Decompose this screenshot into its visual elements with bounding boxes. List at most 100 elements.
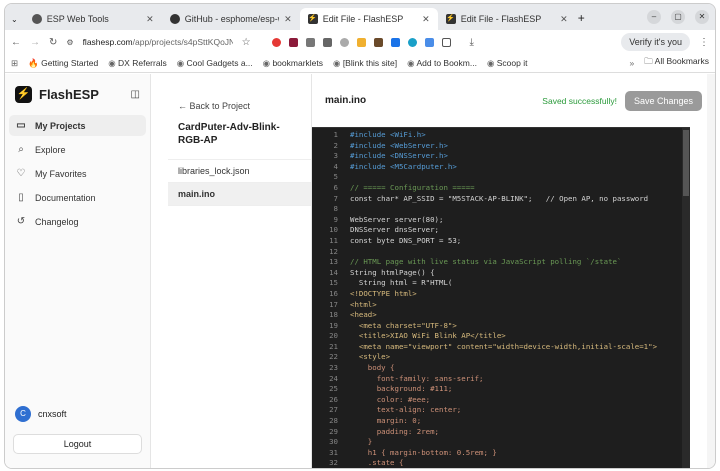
code-line: 29 padding: 2rem;	[312, 427, 690, 438]
bookmark[interactable]: ◉ Scoop it	[487, 58, 528, 69]
file-item[interactable]: libraries_lock.json	[168, 160, 311, 183]
url-input[interactable]: flashesp.com/app/projects/s4pSttKQoJNQQc…	[83, 37, 233, 47]
code-text: #include <M5Cardputer.h>	[350, 161, 457, 171]
line-number: 26	[329, 394, 338, 404]
extension-icon[interactable]	[407, 37, 417, 47]
file-item-selected[interactable]: main.ino	[168, 183, 311, 206]
code-line: 22 <style>	[312, 352, 690, 363]
code-text: DNSServer dnsServer;	[350, 225, 439, 235]
sidebar-item-my-favorites[interactable]: ♡ My Favorites	[9, 163, 146, 184]
page-scrollbar[interactable]	[707, 74, 715, 468]
extension-icon[interactable]	[305, 37, 315, 47]
more-bookmarks-icon[interactable]: »	[630, 58, 635, 68]
back-to-project-link[interactable]: ← Back to Project	[168, 74, 311, 111]
extension-icon[interactable]	[339, 37, 349, 47]
editor-panel: main.ino Saved successfully! Save Change…	[312, 74, 715, 468]
all-bookmarks[interactable]: 🗀 All Bookmarks	[644, 56, 709, 70]
code-line: 1 #include <WiFi.h>	[312, 130, 690, 141]
app: ⚡ FlashESP ◫ ▭ My Projects ⌕ Explore ♡ My Fav…	[5, 74, 715, 468]
minimize-button[interactable]: –	[647, 10, 661, 24]
code-text: background: #111;	[350, 384, 453, 394]
code-line: 23 body {	[312, 363, 690, 374]
sidebar-item-changelog[interactable]: ↺ Changelog	[9, 211, 146, 232]
bookmark-label: Getting Started	[41, 57, 99, 68]
browser-tab[interactable]: ESP Web Tools ✕	[24, 8, 162, 30]
line-number: 28	[329, 416, 338, 426]
code-text: const byte DNS_PORT = 53;	[350, 235, 462, 245]
sidebar-item-label: Explore	[35, 144, 66, 155]
browser-tab[interactable]: GitHub - esphome/esp-w ✕	[162, 8, 300, 30]
all-bookmarks-label: All Bookmarks	[654, 56, 709, 66]
download-icon[interactable]: ⤓	[470, 37, 474, 48]
line-number: 10	[329, 225, 338, 235]
book-icon: ▯	[18, 192, 24, 203]
tab-search-icon[interactable]: ⌄	[11, 15, 18, 24]
save-changes-button[interactable]: Save Changes	[624, 90, 702, 111]
sidebar-nav: ▭ My Projects ⌕ Explore ♡ My Favorites ▯ Doc…	[5, 115, 150, 232]
collapse-sidebar-icon[interactable]: ◫	[131, 89, 140, 100]
close-icon[interactable]: ✕	[422, 14, 430, 25]
username: cnxsoft	[38, 409, 67, 419]
profile-button[interactable]: Verify it's you	[621, 33, 690, 51]
logout-button[interactable]: Logout	[13, 434, 142, 454]
save-status: Saved successfully!	[542, 95, 617, 106]
bookmark[interactable]: ◉ bookmarklets	[263, 58, 323, 69]
bookmark[interactable]: 🔥 Getting Started	[28, 58, 98, 69]
forward-icon[interactable]: →	[30, 37, 40, 48]
bookmark[interactable]: ◉ Add to Bookm...	[407, 58, 477, 69]
code-line: 27 text-align: center;	[312, 405, 690, 416]
sidebar-item-documentation[interactable]: ▯ Documentation	[9, 187, 146, 208]
extension-icon[interactable]	[356, 37, 366, 47]
close-icon[interactable]: ✕	[284, 14, 292, 25]
code-line: 11 const byte DNS_PORT = 53;	[312, 236, 690, 247]
extension-icon[interactable]	[288, 37, 298, 47]
maximize-button[interactable]: ▢	[671, 10, 685, 24]
site-info-icon[interactable]: ⚙	[66, 38, 73, 47]
scrollbar-thumb[interactable]	[683, 130, 689, 196]
bookmark[interactable]: ◉ DX Referrals	[108, 58, 166, 69]
sidebar-item-explore[interactable]: ⌕ Explore	[9, 139, 146, 160]
extension-icon[interactable]	[373, 37, 383, 47]
line-number: 1	[333, 130, 338, 139]
code-line: 18 <head>	[312, 310, 690, 321]
apps-icon[interactable]: ⊞	[11, 58, 18, 69]
code-text: font-family: sans-serif;	[350, 373, 484, 383]
editor-scrollbar[interactable]	[682, 128, 690, 468]
extension-icon[interactable]	[424, 37, 434, 47]
line-number: 5	[333, 172, 338, 182]
close-icon[interactable]: ✕	[560, 14, 568, 25]
browser-tab-active[interactable]: ⚡ Edit File - FlashESP ✕	[299, 8, 438, 30]
code-line: 3 #include <DNSServer.h>	[312, 151, 690, 162]
line-number: 4	[333, 161, 338, 171]
sidebar-item-my-projects[interactable]: ▭ My Projects	[9, 115, 146, 136]
code-text: <meta name="viewport" content="width=dev…	[350, 341, 658, 351]
code-text: // HTML page with live status via JavaSc…	[350, 257, 622, 267]
user-profile[interactable]: Ccnxsoft	[15, 406, 67, 422]
star-icon[interactable]: ☆	[242, 37, 251, 48]
bookmark[interactable]: ◉ [Blink this site]	[333, 58, 397, 69]
extension-icon[interactable]	[322, 37, 332, 47]
code-line: 8	[312, 204, 690, 215]
line-number: 8	[333, 204, 338, 214]
code-editor[interactable]: 1 #include <WiFi.h> 2 #include <WebServer.h…	[312, 127, 690, 468]
close-icon[interactable]: ✕	[146, 14, 154, 25]
editor-header: main.ino Saved successfully! Save Change…	[312, 74, 715, 127]
close-window-button[interactable]: ✕	[695, 10, 709, 24]
puzzle-icon[interactable]	[441, 37, 451, 47]
bookmark[interactable]: ◉ Cool Gadgets a...	[177, 58, 253, 69]
flashesp-icon: ⚡	[445, 14, 456, 24]
menu-icon[interactable]: ⋮	[699, 37, 709, 48]
back-icon[interactable]: ←	[11, 37, 21, 48]
code-text: #include <WiFi.h>	[350, 130, 426, 139]
extension-icon[interactable]	[271, 37, 281, 47]
code-line: 19 <meta charset="UTF-8">	[312, 321, 690, 332]
code-line: 5	[312, 172, 690, 183]
reload-icon[interactable]: ↻	[49, 37, 57, 48]
project-title: CardPuter-Adv-Blink-RGB-AP	[168, 111, 311, 160]
browser-tab[interactable]: ⚡ Edit File - FlashESP ✕	[438, 8, 576, 30]
code-text: <!DOCTYPE html>	[350, 288, 417, 298]
code-text: h1 { margin-bottom: 0.5rem; }	[350, 447, 497, 457]
line-number: 16	[329, 288, 338, 298]
new-tab-button[interactable]: +	[578, 11, 585, 25]
extension-icon[interactable]	[390, 37, 400, 47]
